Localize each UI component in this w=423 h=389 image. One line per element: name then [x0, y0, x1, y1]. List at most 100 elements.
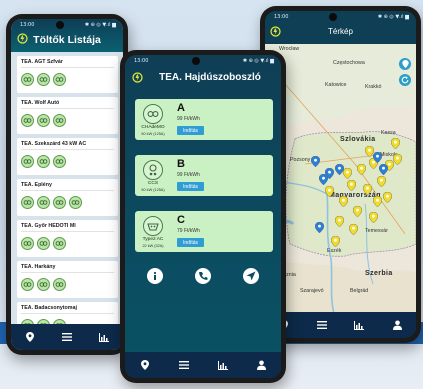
charger-pin-available[interactable]: [346, 178, 357, 196]
station-list: TEA. AGT Szfvár TEA. Wolf Autó TEA. Szeksz…: [11, 56, 123, 339]
info-icon[interactable]: [147, 268, 163, 284]
charger-pin-selected[interactable]: [324, 166, 335, 184]
user-icon[interactable]: [390, 318, 404, 332]
status-bar: 13:00 ✱ ⊕ ◎ ▼.ıl ▆: [125, 55, 281, 67]
locate-me-button[interactable]: [399, 58, 411, 70]
plug-icon: [69, 196, 82, 209]
charger-pin-selected[interactable]: [334, 162, 345, 180]
charger-pin-available[interactable]: [356, 162, 367, 180]
status-time: 13:00: [274, 14, 289, 20]
plug-icon: [37, 196, 50, 209]
list-icon[interactable]: [315, 318, 329, 332]
page-title: Töltők Listája: [11, 31, 123, 46]
map-label: Belgrád: [350, 288, 369, 294]
map-view[interactable]: Wrocław Częstochowa Katowice Krakkó Szlo…: [265, 44, 416, 312]
start-button[interactable]: Indítás: [177, 182, 204, 191]
plug-icon: [37, 114, 50, 127]
connector-power: 50 kW (125A): [141, 132, 165, 136]
list-header: 13:00 ✱ ⊕ ◎ ▼.ıl ▆ Töltők Listája: [11, 19, 123, 52]
connector-icons: [21, 155, 114, 168]
charger-pin-available[interactable]: [392, 152, 403, 170]
plug-icon: [53, 73, 66, 86]
plug-icon: [37, 155, 50, 168]
charger-pin-selected[interactable]: [310, 154, 321, 172]
connector-icons: [21, 114, 114, 127]
station-card[interactable]: TEA. Győr HEDOTI MI: [17, 220, 118, 257]
charger-pin-available[interactable]: [338, 194, 349, 212]
charger-pin-available[interactable]: [352, 204, 363, 222]
start-button[interactable]: Indítás: [177, 126, 204, 135]
connector-name: CCS: [147, 181, 159, 186]
connector-letter: B: [177, 158, 185, 170]
location-pin-icon[interactable]: [23, 330, 37, 344]
plug-icon: [21, 278, 34, 291]
charger-pin-available[interactable]: [330, 234, 341, 252]
station-name: TEA. Eplény: [21, 182, 114, 191]
charger-pin-available[interactable]: [348, 222, 359, 240]
connector-price: 99 Ft/kWh: [177, 116, 200, 122]
status-icons: ✱ ⊕ ◎ ▼.ıl ▆: [242, 58, 274, 64]
charger-pin-available[interactable]: [334, 214, 345, 232]
phone-icon[interactable]: [195, 268, 211, 284]
chart-icon[interactable]: [216, 358, 230, 372]
connector-letter: A: [177, 102, 185, 114]
connector-card-b: CCS 50 kW (125A) B 99 Ft/kWh Indítás: [135, 155, 273, 196]
page-title: Térkép: [265, 23, 416, 43]
chart-icon[interactable]: [352, 318, 366, 332]
connector-price: 99 Ft/kWh: [177, 172, 200, 178]
charger-pin-available[interactable]: [368, 210, 379, 228]
start-button[interactable]: Indítás: [177, 238, 204, 247]
connector-card-c: Type2 AC 22 kW (32A) C 79 Ft/kWh Indítás: [135, 211, 273, 252]
user-icon[interactable]: [255, 358, 269, 372]
map-label: Katowice: [325, 82, 347, 88]
map-label: Częstochowa: [333, 60, 365, 66]
station-name: TEA. Wolf Autó: [21, 100, 114, 109]
station-detail-screen: 13:00 ✱ ⊕ ◎ ▼.ıl ▆ TEA. Hajdúszoboszló C…: [125, 55, 281, 378]
charger-list-screen: 13:00 ✱ ⊕ ◎ ▼.ıl ▆ Töltők Listája TEA. A…: [11, 19, 123, 350]
navigate-icon[interactable]: [243, 268, 259, 284]
refresh-button[interactable]: [399, 74, 411, 86]
app-logo-icon: [17, 33, 28, 44]
list-icon[interactable]: [177, 358, 191, 372]
station-card[interactable]: TEA. Harkány: [17, 261, 118, 298]
plug-icon: [53, 196, 66, 209]
station-card[interactable]: TEA. Eplény: [17, 179, 118, 216]
station-title: TEA. Hajdúszoboszló: [159, 72, 261, 83]
charger-pin-selected[interactable]: [314, 220, 325, 238]
charger-pin-selected[interactable]: [378, 162, 389, 180]
camera-notch: [191, 57, 200, 65]
station-name: TEA. Győr HEDOTI MI: [21, 223, 114, 232]
status-time: 13:00: [134, 58, 149, 64]
tab-bar: [265, 312, 416, 338]
station-card[interactable]: TEA. Wolf Autó: [17, 97, 118, 134]
charger-pin-available[interactable]: [390, 136, 401, 154]
station-card[interactable]: TEA. Szekszárd 43 kW AC: [17, 138, 118, 175]
plug-icon: [37, 237, 50, 250]
charger-pin-available[interactable]: [382, 190, 393, 208]
connector-icons: [21, 73, 114, 86]
station-name: TEA. Harkány: [21, 264, 114, 273]
app-logo-icon: [270, 26, 281, 37]
plug-icon: [21, 196, 34, 209]
list-icon[interactable]: [60, 330, 74, 344]
plug-icon: [53, 237, 66, 250]
camera-notch: [55, 21, 64, 29]
connector-power: 50 kW (125A): [141, 188, 165, 192]
status-icons: ✱ ⊕ ◎ ▼.ıl ▆: [84, 22, 116, 28]
plug-icon: [37, 278, 50, 291]
phone-charger-list: 13:00 ✱ ⊕ ◎ ▼.ıl ▆ Töltők Listája TEA. A…: [6, 14, 128, 355]
chart-icon[interactable]: [97, 330, 111, 344]
connector-letter: C: [177, 214, 185, 226]
map-screen: 13:00 ✱ ⊕ ◎ ▼.ıl ▆ Térkép Wrocław Często…: [265, 11, 416, 338]
map-label: Szlovákia: [340, 136, 376, 143]
plug-icon: [21, 237, 34, 250]
charger-pin-available[interactable]: [362, 182, 373, 200]
plug-icon: [53, 114, 66, 127]
connector-name: Type2 AC: [142, 237, 164, 242]
map-label: Krakkó: [365, 84, 382, 90]
station-card[interactable]: TEA. AGT Szfvár: [17, 56, 118, 93]
map-header: 13:00 ✱ ⊕ ◎ ▼.ıl ▆ Térkép: [265, 11, 416, 43]
map-label: Szarajevó: [300, 288, 324, 294]
station-name: TEA. AGT Szfvár: [21, 59, 114, 68]
location-pin-icon[interactable]: [138, 358, 152, 372]
